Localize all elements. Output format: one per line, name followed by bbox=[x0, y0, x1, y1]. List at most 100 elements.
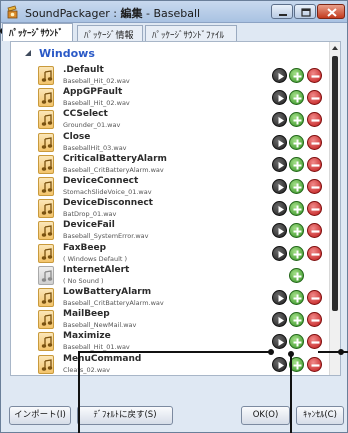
play-button[interactable] bbox=[272, 245, 287, 261]
play-icon bbox=[278, 161, 284, 169]
plus-icon bbox=[293, 72, 302, 81]
play-icon bbox=[278, 228, 284, 236]
remove-sound-button[interactable] bbox=[307, 68, 322, 83]
callout-line-play-h bbox=[78, 351, 271, 353]
add-sound-button[interactable] bbox=[289, 334, 304, 350]
remove-sound-button[interactable] bbox=[307, 201, 322, 217]
tab-bar: ﾊﾟｯｹｰｼﾞｻｳﾝﾄﾞ ﾊﾟｯｹｰｼﾞ情報 ﾊﾟｯｹｰｼﾞｻｳﾝﾄﾞﾌｧｲﾙ bbox=[1, 23, 347, 41]
play-button[interactable] bbox=[272, 290, 287, 305]
import-button[interactable]: インポート(I) bbox=[9, 406, 71, 425]
music-note-icon bbox=[38, 288, 54, 307]
title-package-name: Baseball bbox=[153, 7, 201, 20]
add-sound-button[interactable] bbox=[289, 112, 304, 128]
plus-icon bbox=[293, 183, 302, 192]
sound-file-name: ( No Sound ) bbox=[63, 276, 104, 285]
callout-line-add bbox=[290, 354, 292, 433]
remove-sound-button[interactable] bbox=[307, 312, 322, 328]
sound-event-name: AppGPFault bbox=[63, 87, 123, 98]
plus-icon bbox=[293, 161, 302, 170]
add-sound-button[interactable] bbox=[289, 201, 304, 217]
remove-sound-button[interactable] bbox=[307, 112, 322, 128]
add-sound-button[interactable] bbox=[289, 290, 304, 305]
collapse-arrow-icon[interactable] bbox=[25, 50, 31, 56]
add-sound-button[interactable] bbox=[289, 134, 304, 150]
scroll-thumb[interactable] bbox=[332, 56, 338, 311]
add-sound-button[interactable] bbox=[289, 179, 304, 194]
remove-sound-button[interactable] bbox=[307, 134, 322, 150]
play-button[interactable] bbox=[272, 68, 287, 83]
tab-package-sound[interactable]: ﾊﾟｯｹｰｼﾞｻｳﾝﾄﾞ bbox=[2, 23, 73, 41]
maximize-icon bbox=[301, 8, 311, 17]
add-sound-button[interactable] bbox=[289, 312, 304, 328]
tab-package-info[interactable]: ﾊﾟｯｹｰｼﾞ情報 bbox=[77, 25, 143, 41]
play-button[interactable] bbox=[272, 223, 287, 239]
sound-event-name: DeviceDisconnect bbox=[63, 198, 153, 209]
minus-icon bbox=[311, 186, 320, 189]
add-sound-button[interactable] bbox=[289, 90, 304, 106]
play-icon bbox=[278, 73, 284, 80]
remove-sound-button[interactable] bbox=[307, 90, 322, 106]
sound-file-name: Baseball_Hit_02.wav bbox=[63, 77, 130, 85]
play-button[interactable] bbox=[272, 134, 287, 150]
minus-icon bbox=[311, 75, 320, 78]
music-note-icon bbox=[38, 310, 54, 330]
sound-event-name: InternetAlert bbox=[63, 264, 130, 275]
play-button[interactable] bbox=[272, 179, 287, 194]
play-icon bbox=[278, 184, 284, 191]
tab-package-sound-file[interactable]: ﾊﾟｯｹｰｼﾞｻｳﾝﾄﾞﾌｧｲﾙ bbox=[145, 25, 237, 41]
plus-icon bbox=[293, 94, 302, 103]
play-button[interactable] bbox=[272, 356, 287, 372]
remove-sound-button[interactable] bbox=[307, 156, 322, 172]
remove-sound-button[interactable] bbox=[307, 334, 322, 350]
restore-default-button[interactable]: ﾃﾞﾌｫﾙﾄに戻す(S) bbox=[77, 406, 173, 425]
music-note-icon bbox=[38, 243, 54, 263]
title-bar[interactable]: SoundPackager : 編集 - Baseball bbox=[1, 1, 347, 23]
play-button[interactable] bbox=[272, 201, 287, 217]
remove-sound-button[interactable] bbox=[307, 245, 322, 261]
group-header-windows[interactable]: Windows bbox=[11, 42, 329, 64]
title-separator: - bbox=[142, 7, 154, 20]
music-note-icon bbox=[38, 177, 54, 196]
vertical-scrollbar[interactable] bbox=[329, 42, 340, 375]
sound-list: Windows .Default Baseball_Hit_02.wav AppGP… bbox=[11, 42, 329, 375]
add-sound-button[interactable] bbox=[289, 156, 304, 172]
play-button[interactable] bbox=[272, 112, 287, 128]
add-sound-button[interactable] bbox=[289, 223, 304, 239]
minus-icon bbox=[311, 252, 320, 256]
close-icon bbox=[327, 8, 337, 17]
remove-sound-button[interactable] bbox=[307, 356, 322, 372]
play-icon bbox=[278, 339, 284, 347]
sound-packager-window: SoundPackager : 編集 - Baseball ﾊﾟｯｹｰｼﾞｻｳﾝ… bbox=[0, 0, 348, 433]
add-sound-button[interactable] bbox=[289, 68, 304, 83]
music-note-icon bbox=[38, 221, 54, 241]
sound-file-name: BaseballHit_03.wav bbox=[63, 143, 127, 152]
sound-file-name: Baseball_Hit_02.wav bbox=[63, 99, 130, 108]
minus-icon bbox=[311, 141, 320, 145]
music-note-icon bbox=[38, 154, 54, 174]
play-button[interactable] bbox=[272, 90, 287, 106]
play-button[interactable] bbox=[272, 156, 287, 172]
remove-sound-button[interactable] bbox=[307, 223, 322, 239]
sound-row[interactable]: MenuCommand Cleats_02.wav bbox=[11, 352, 329, 375]
sound-file-name: Baseball_CritBatteryAlarm.wav bbox=[63, 299, 164, 307]
remove-sound-button[interactable] bbox=[307, 290, 322, 305]
add-sound-button[interactable] bbox=[289, 245, 304, 261]
add-sound-button[interactable] bbox=[289, 267, 304, 283]
sound-file-name: ( Windows Default ) bbox=[63, 254, 128, 263]
play-button[interactable] bbox=[272, 312, 287, 328]
sound-event-name: Close bbox=[63, 131, 91, 142]
minimize-button[interactable] bbox=[271, 4, 293, 19]
close-button[interactable] bbox=[317, 4, 345, 19]
remove-sound-button[interactable] bbox=[307, 179, 322, 194]
maximize-button[interactable] bbox=[294, 4, 316, 19]
sound-file-name: StomachSlideVoice_01.wav bbox=[63, 188, 152, 196]
scroll-up-icon[interactable] bbox=[332, 46, 338, 50]
minus-icon bbox=[311, 97, 320, 100]
plus-icon bbox=[293, 338, 302, 347]
cancel-button[interactable]: ｷｬﾝｾﾙ(C) bbox=[296, 406, 344, 425]
play-button[interactable] bbox=[272, 334, 287, 350]
play-icon bbox=[278, 295, 284, 302]
plus-icon bbox=[293, 294, 302, 303]
ok-button[interactable]: OK(O) bbox=[241, 406, 290, 425]
minus-icon bbox=[311, 208, 320, 211]
